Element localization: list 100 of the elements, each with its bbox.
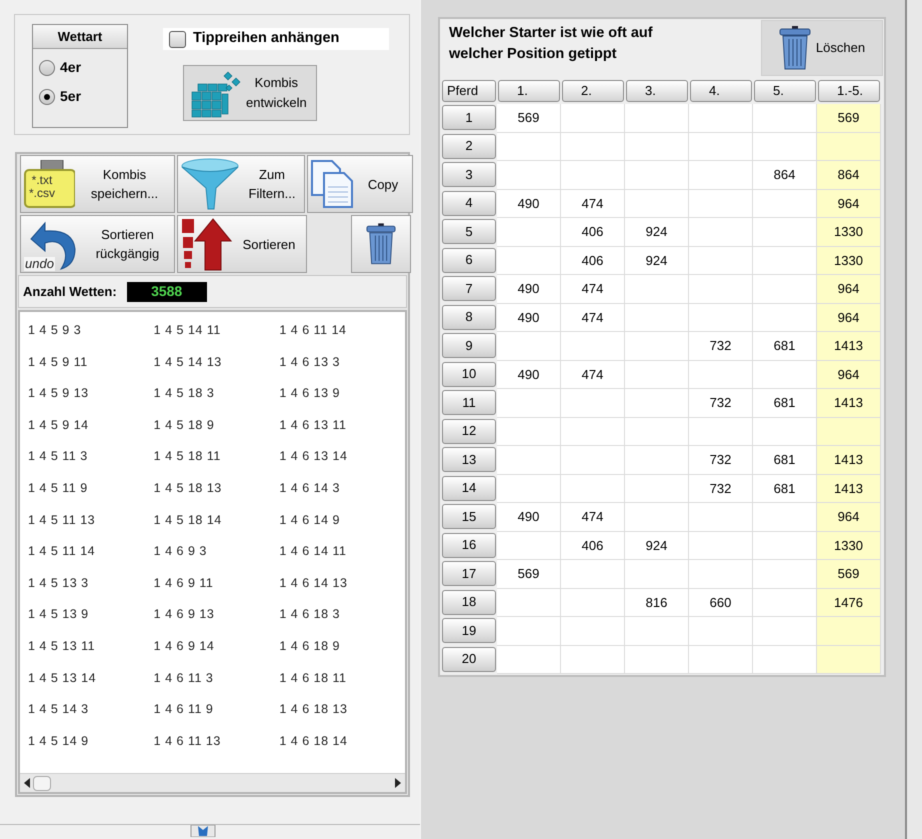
stats-title: Welcher Starter ist wie oft auf welcher Position getippt xyxy=(448,24,653,64)
bet-entry[interactable]: 1 4 6 14 9 xyxy=(279,504,406,536)
column-header[interactable]: 1.-5. xyxy=(818,80,880,102)
scroll-thumb[interactable] xyxy=(33,776,51,790)
bet-entry[interactable]: 1 4 6 14 13 xyxy=(279,568,406,600)
bet-entry[interactable]: 1 4 5 14 3 xyxy=(28,694,154,726)
delete-list-button[interactable] xyxy=(351,215,411,273)
bet-entry[interactable]: 1 4 6 13 11 xyxy=(279,410,406,442)
bet-entry[interactable]: 1 4 5 13 11 xyxy=(28,630,154,663)
sort-button[interactable]: Sortieren xyxy=(177,215,307,273)
row-header[interactable]: 8 xyxy=(442,304,496,330)
radio-option[interactable]: 5er xyxy=(39,86,127,107)
table-cell: 964 xyxy=(817,360,881,389)
column-header[interactable]: 1. xyxy=(498,80,560,102)
bet-entry[interactable]: 1 4 5 9 11 xyxy=(28,346,154,378)
bet-entry[interactable]: 1 4 5 13 3 xyxy=(28,568,154,600)
table-cell: 964 xyxy=(817,503,881,532)
bet-entry[interactable]: 1 4 5 18 9 xyxy=(154,410,280,442)
bet-entry[interactable]: 1 4 6 11 9 xyxy=(154,694,280,726)
row-header[interactable]: 5 xyxy=(442,219,496,244)
column-header[interactable]: 3. xyxy=(626,80,688,102)
bet-entry[interactable]: 1 4 6 11 13 xyxy=(154,726,280,758)
bet-entry[interactable]: 1 4 5 14 11 xyxy=(154,315,280,347)
column-header[interactable]: 4. xyxy=(690,80,752,102)
row-header[interactable]: 1 xyxy=(442,105,496,130)
table-cell xyxy=(497,332,561,360)
row-header[interactable]: 16 xyxy=(442,532,496,558)
table-cell xyxy=(497,617,561,646)
horizontal-scrollbar[interactable] xyxy=(20,773,405,792)
bet-entry[interactable]: 1 4 6 18 13 xyxy=(279,694,406,726)
bet-entry[interactable]: 1 4 5 13 9 xyxy=(28,599,154,631)
bet-entry[interactable]: 1 4 6 18 9 xyxy=(279,630,406,663)
pin-icon[interactable] xyxy=(190,825,216,837)
row-header[interactable]: 10 xyxy=(442,362,496,386)
bet-entry[interactable]: 1 4 6 9 11 xyxy=(154,568,280,600)
develop-button[interactable]: Kombis entwickeln xyxy=(183,65,317,121)
bet-entry[interactable]: 1 4 6 9 14 xyxy=(154,630,280,663)
bet-entry[interactable]: 1 4 5 9 14 xyxy=(28,410,154,442)
bet-entry[interactable]: 1 4 5 18 13 xyxy=(154,472,280,505)
table-cell xyxy=(689,104,753,132)
table-cell xyxy=(561,588,625,617)
row-header[interactable]: 7 xyxy=(442,276,496,301)
bet-entry[interactable]: 1 4 5 18 11 xyxy=(154,441,280,473)
row-header[interactable]: 11 xyxy=(442,390,496,415)
bet-entry[interactable]: 1 4 6 18 14 xyxy=(279,726,406,758)
bet-entry[interactable]: 1 4 6 14 3 xyxy=(279,472,406,505)
bet-entry[interactable]: 1 4 5 11 13 xyxy=(28,504,154,536)
row-header[interactable]: 6 xyxy=(442,248,496,272)
scroll-left-icon[interactable] xyxy=(23,778,31,788)
row-header[interactable]: 17 xyxy=(442,561,496,586)
filter-button[interactable]: Zum Filtern... xyxy=(177,155,305,213)
bet-entry[interactable]: 1 4 5 11 14 xyxy=(28,536,154,568)
row-header[interactable]: 18 xyxy=(442,590,496,614)
bet-entry[interactable]: 1 4 6 18 11 xyxy=(279,662,406,694)
row-header[interactable]: 15 xyxy=(442,504,496,529)
bet-entry[interactable]: 1 4 5 13 14 xyxy=(28,662,154,694)
bet-entry[interactable]: 1 4 6 13 14 xyxy=(279,441,406,473)
row-header[interactable]: 4 xyxy=(442,190,496,216)
row-header[interactable]: 2 xyxy=(442,134,496,158)
bet-entry[interactable]: 1 4 5 9 3 xyxy=(28,315,154,347)
bet-entry[interactable]: 1 4 5 14 9 xyxy=(28,726,154,758)
bet-entry[interactable]: 1 4 6 13 9 xyxy=(279,378,406,410)
delete-button[interactable]: Löschen xyxy=(761,20,883,76)
save-button[interactable]: *.txt *.csv Kombis speichern... xyxy=(20,155,175,213)
copy-button[interactable]: Copy xyxy=(307,155,413,213)
row-header[interactable]: 14 xyxy=(442,476,496,500)
bet-entry[interactable]: 1 4 6 9 3 xyxy=(154,536,280,568)
row-header[interactable]: 19 xyxy=(442,618,496,643)
bet-entry[interactable]: 1 4 6 14 11 xyxy=(279,536,406,568)
column-header[interactable]: Pferd xyxy=(442,80,496,102)
bet-entry[interactable]: 1 4 6 18 3 xyxy=(279,599,406,631)
undo-sort-button[interactable]: undo Sortieren rückgängig xyxy=(20,215,175,273)
bet-entry[interactable]: 1 4 5 14 13 xyxy=(154,346,280,378)
column-header[interactable]: 2. xyxy=(562,80,624,102)
bet-entry[interactable]: 1 4 6 13 3 xyxy=(279,346,406,378)
table-cell xyxy=(689,418,753,446)
row-header[interactable]: 3 xyxy=(442,162,496,187)
table-cell xyxy=(753,532,817,560)
table-cell: 864 xyxy=(817,161,881,190)
bet-entry[interactable]: 1 4 6 11 3 xyxy=(154,662,280,694)
row-header[interactable]: 13 xyxy=(442,447,496,472)
radio-option[interactable]: 4er xyxy=(39,57,127,78)
bet-entry[interactable]: 1 4 6 9 13 xyxy=(154,599,280,631)
bet-entry[interactable]: 1 4 5 11 3 xyxy=(28,441,154,473)
table-cell: 964 xyxy=(817,304,881,332)
row-header[interactable]: 9 xyxy=(442,333,496,358)
bet-entry[interactable]: 1 4 5 11 9 xyxy=(28,472,154,505)
scroll-right-icon[interactable] xyxy=(394,778,402,788)
table-cell: 474 xyxy=(561,190,625,218)
table-cell xyxy=(561,474,625,503)
row-header[interactable]: 12 xyxy=(442,418,496,444)
column-header[interactable]: 5. xyxy=(754,80,816,102)
bet-entry[interactable]: 1 4 6 11 14 xyxy=(279,315,406,347)
bet-entry[interactable]: 1 4 5 18 14 xyxy=(154,504,280,536)
row-header[interactable]: 20 xyxy=(442,646,496,672)
bet-entry[interactable]: 1 4 5 9 13 xyxy=(28,378,154,410)
table-cell: 732 xyxy=(689,474,753,503)
table-cell xyxy=(625,360,689,389)
checkbox[interactable] xyxy=(169,30,186,48)
bet-entry[interactable]: 1 4 5 18 3 xyxy=(154,378,280,410)
